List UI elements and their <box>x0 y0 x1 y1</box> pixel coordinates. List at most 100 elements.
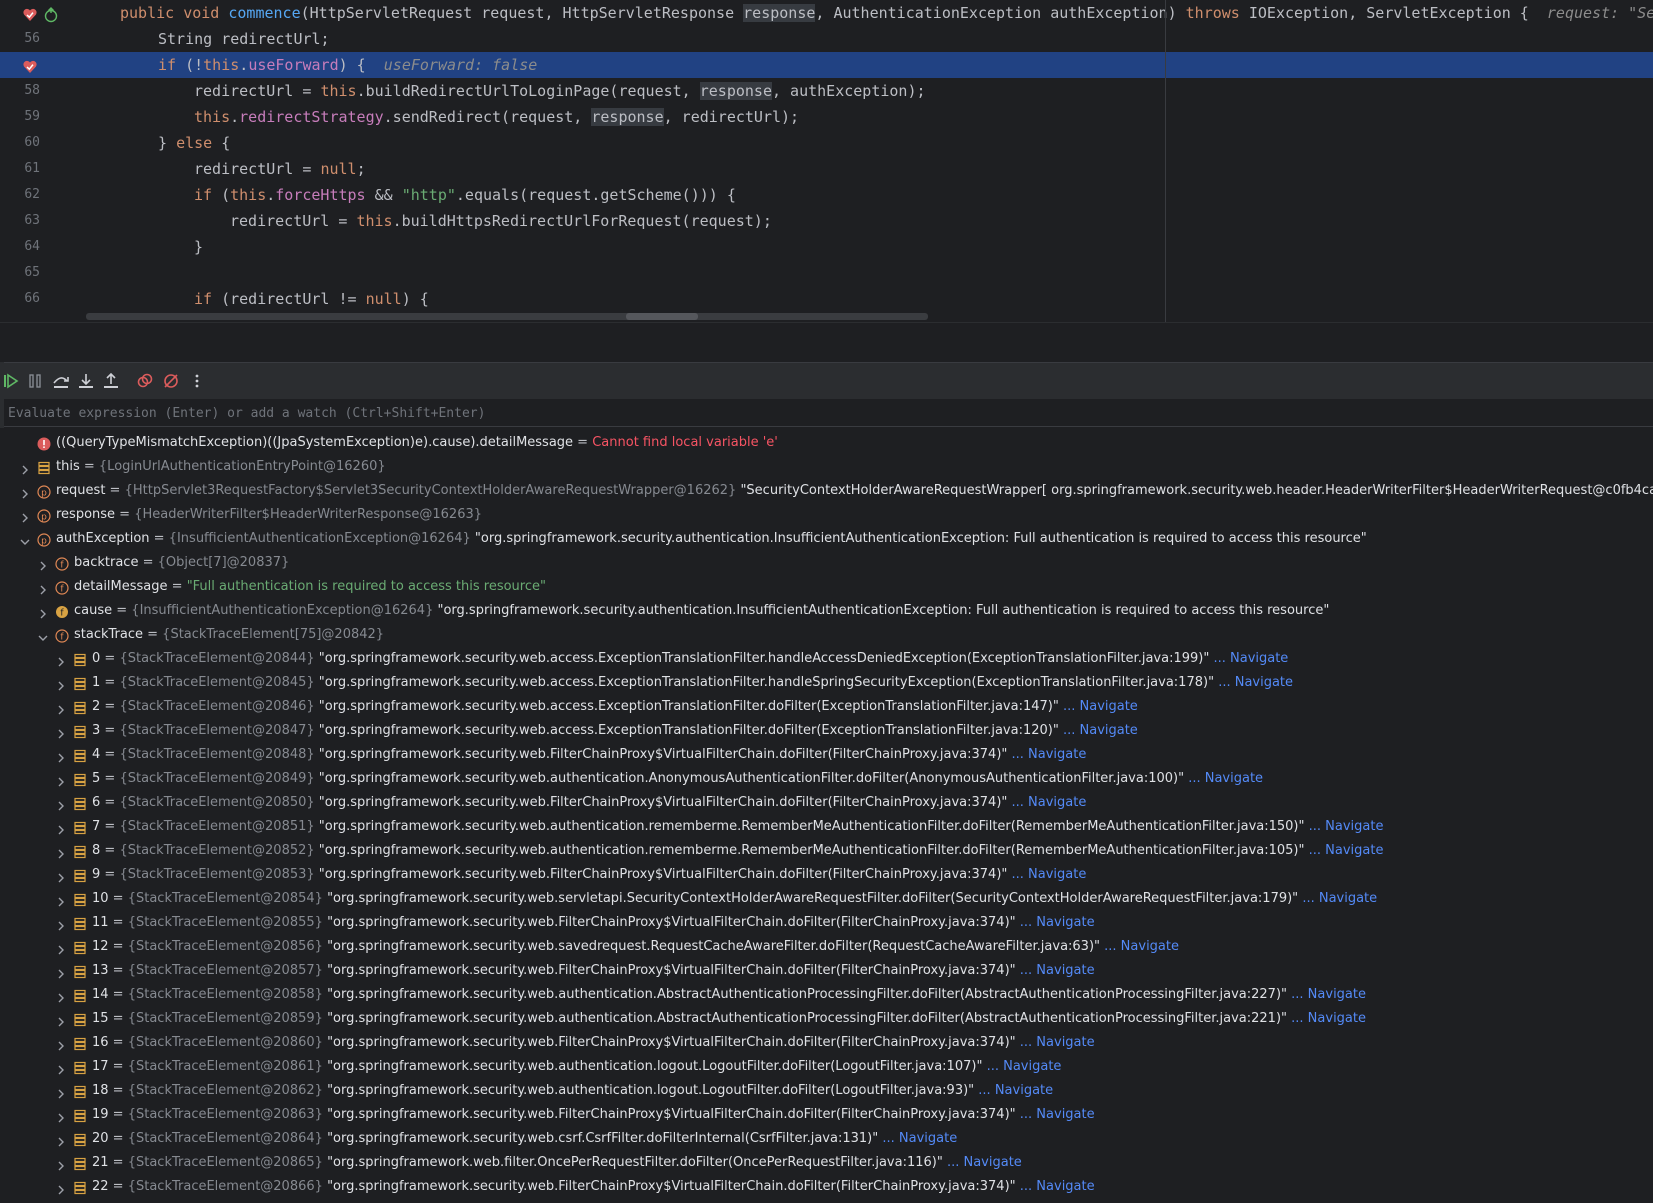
stack-trace-row[interactable]: 13 = {StackTraceElement@20857} "org.spri… <box>0 959 1653 983</box>
chevron-down-icon[interactable] <box>19 533 31 545</box>
navigate-link[interactable]: ... Navigate <box>1291 987 1366 1002</box>
breakpoint-icon[interactable] <box>22 57 38 73</box>
chevron-right-icon[interactable] <box>55 941 67 955</box>
chevron-right-icon[interactable] <box>55 1181 67 1195</box>
code-line[interactable]: 61 redirectUrl = null; <box>0 156 1653 182</box>
code-line[interactable]: if (!this.useForward) { useForward: fals… <box>0 52 1653 78</box>
stack-trace-row[interactable]: 9 = {StackTraceElement@20853} "org.sprin… <box>0 863 1653 887</box>
line-number[interactable]: 64 <box>0 234 40 260</box>
evaluate-expression-input[interactable] <box>6 401 1630 425</box>
view-breakpoints-icon[interactable] <box>136 372 154 390</box>
scrollbar-thumb[interactable] <box>626 313 698 320</box>
stack-trace-row[interactable]: 19 = {StackTraceElement@20863} "org.spri… <box>0 1103 1653 1127</box>
chevron-right-icon[interactable] <box>55 845 67 859</box>
chevron-right-icon[interactable] <box>55 749 67 763</box>
breakpoint-icon[interactable] <box>22 5 38 21</box>
stack-trace-row[interactable]: 20 = {StackTraceElement@20864} "org.spri… <box>0 1127 1653 1151</box>
chevron-right-icon[interactable] <box>19 461 31 475</box>
navigate-link[interactable]: ... Navigate <box>1188 771 1263 786</box>
chevron-right-icon[interactable] <box>55 869 67 883</box>
chevron-right-icon[interactable] <box>55 797 67 811</box>
chevron-right-icon[interactable] <box>55 893 67 907</box>
stack-trace-row[interactable]: 6 = {StackTraceElement@20850} "org.sprin… <box>0 791 1653 815</box>
stack-trace-row[interactable]: 2 = {StackTraceElement@20846} "org.sprin… <box>0 695 1653 719</box>
code-line[interactable]: public void commence(HttpServletRequest … <box>0 0 1653 26</box>
resume-icon[interactable] <box>2 372 20 390</box>
variable-row[interactable]: ((QueryTypeMismatchException)((JpaSystem… <box>0 431 1653 455</box>
chevron-right-icon[interactable] <box>55 1013 67 1027</box>
stack-trace-row[interactable]: 4 = {StackTraceElement@20848} "org.sprin… <box>0 743 1653 767</box>
line-number[interactable]: 62 <box>0 182 40 208</box>
chevron-right-icon[interactable] <box>37 581 49 595</box>
stack-trace-row[interactable]: 14 = {StackTraceElement@20858} "org.spri… <box>0 983 1653 1007</box>
stack-trace-row[interactable]: 12 = {StackTraceElement@20856} "org.spri… <box>0 935 1653 959</box>
chevron-right-icon[interactable] <box>55 965 67 979</box>
variable-row[interactable]: f backtrace = {Object[7]@20837} <box>0 551 1653 575</box>
navigate-link[interactable]: ... Navigate <box>1309 819 1384 834</box>
navigate-link[interactable]: ... Navigate <box>947 1155 1022 1170</box>
navigate-link[interactable]: ... Navigate <box>978 1083 1053 1098</box>
code-line[interactable]: 60} else { <box>0 130 1653 156</box>
code-line[interactable]: 62 if (this.forceHttps && "http".equals(r… <box>0 182 1653 208</box>
chevron-down-icon[interactable] <box>37 629 49 641</box>
chevron-right-icon[interactable] <box>55 1109 67 1123</box>
line-number[interactable]: 65 <box>0 260 40 286</box>
line-number[interactable]: 66 <box>0 286 40 312</box>
implements-method-icon[interactable] <box>43 5 59 23</box>
panel-splitter[interactable] <box>0 322 1653 363</box>
code-line[interactable]: 64} <box>0 234 1653 260</box>
chevron-right-icon[interactable] <box>55 653 67 667</box>
chevron-right-icon[interactable] <box>19 485 31 499</box>
code-line[interactable]: 66 if (redirectUrl != null) { <box>0 286 1653 312</box>
chevron-right-icon[interactable] <box>19 509 31 523</box>
navigate-link[interactable]: ... Navigate <box>1020 1107 1095 1122</box>
step-over-icon[interactable] <box>52 372 70 390</box>
code-line[interactable]: 65 <box>0 260 1653 286</box>
chevron-right-icon[interactable] <box>55 1085 67 1099</box>
stack-trace-row[interactable]: 21 = {StackTraceElement@20865} "org.spri… <box>0 1151 1653 1175</box>
navigate-link[interactable]: ... Navigate <box>1020 963 1095 978</box>
stack-trace-row[interactable]: 18 = {StackTraceElement@20862} "org.spri… <box>0 1079 1653 1103</box>
line-number[interactable]: 59 <box>0 104 40 130</box>
mute-breakpoints-icon[interactable] <box>162 372 180 390</box>
stack-trace-row[interactable]: 1 = {StackTraceElement@20845} "org.sprin… <box>0 671 1653 695</box>
line-number[interactable]: 60 <box>0 130 40 156</box>
navigate-link[interactable]: ... Navigate <box>1213 651 1288 666</box>
navigate-link[interactable]: ... Navigate <box>1012 747 1087 762</box>
horizontal-scrollbar[interactable] <box>86 313 928 320</box>
chevron-right-icon[interactable] <box>55 821 67 835</box>
variable-row[interactable]: f cause = {InsufficientAuthenticationExce… <box>0 599 1653 623</box>
variable-row[interactable]: p response = {HeaderWriterFilter$HeaderWr… <box>0 503 1653 527</box>
stack-trace-row[interactable]: 16 = {StackTraceElement@20860} "org.spri… <box>0 1031 1653 1055</box>
pause-icon[interactable] <box>26 372 44 390</box>
code-line[interactable]: 58 redirectUrl = this.buildRedirectUrlToL… <box>0 78 1653 104</box>
stack-trace-row[interactable]: 15 = {StackTraceElement@20859} "org.spri… <box>0 1007 1653 1031</box>
chevron-right-icon[interactable] <box>55 917 67 931</box>
variable-row[interactable]: this = {LoginUrlAuthenticationEntryPoint… <box>0 455 1653 479</box>
navigate-link[interactable]: ... Navigate <box>1104 939 1179 954</box>
chevron-right-icon[interactable] <box>55 1157 67 1171</box>
navigate-link[interactable]: ... Navigate <box>1063 699 1138 714</box>
chevron-right-icon[interactable] <box>55 773 67 787</box>
navigate-link[interactable]: ... Navigate <box>1012 795 1087 810</box>
chevron-right-icon[interactable] <box>55 1037 67 1051</box>
navigate-link[interactable]: ... Navigate <box>1020 1035 1095 1050</box>
navigate-link[interactable]: ... Navigate <box>1063 723 1138 738</box>
line-number[interactable]: 56 <box>0 26 40 52</box>
line-number[interactable]: 58 <box>0 78 40 104</box>
stack-trace-row[interactable]: 5 = {StackTraceElement@20849} "org.sprin… <box>0 767 1653 791</box>
code-editor[interactable]: public void commence(HttpServletRequest … <box>0 0 1653 322</box>
line-number[interactable]: 61 <box>0 156 40 182</box>
more-icon[interactable] <box>188 372 206 390</box>
chevron-right-icon[interactable] <box>37 557 49 571</box>
chevron-right-icon[interactable] <box>55 1133 67 1147</box>
chevron-right-icon[interactable] <box>55 701 67 715</box>
code-line[interactable]: 56 String redirectUrl; <box>0 26 1653 52</box>
line-number[interactable]: 63 <box>0 208 40 234</box>
stack-trace-row[interactable]: 17 = {StackTraceElement@20861} "org.spri… <box>0 1055 1653 1079</box>
stack-trace-row[interactable]: 7 = {StackTraceElement@20851} "org.sprin… <box>0 815 1653 839</box>
stack-trace-row[interactable]: 8 = {StackTraceElement@20852} "org.sprin… <box>0 839 1653 863</box>
variable-row[interactable]: p request = {HttpServlet3RequestFactory$S… <box>0 479 1653 503</box>
stack-trace-row[interactable]: 3 = {StackTraceElement@20847} "org.sprin… <box>0 719 1653 743</box>
variable-row[interactable]: f detailMessage = "Full authentication is… <box>0 575 1653 599</box>
